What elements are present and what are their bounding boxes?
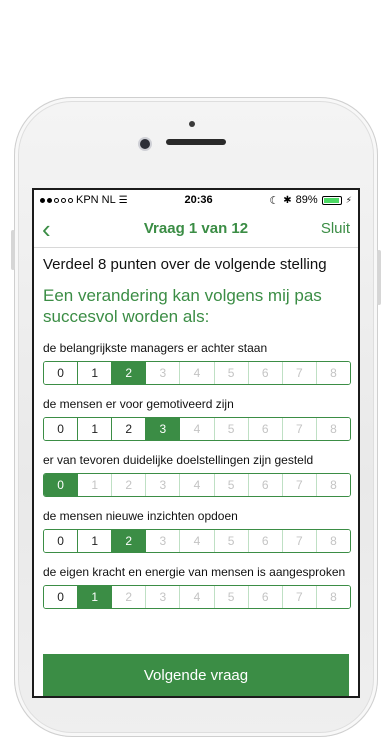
points-option-5: 5 <box>214 586 249 608</box>
status-right: ☾ ✱ 89% ⚡ <box>269 194 352 207</box>
points-option-6: 6 <box>248 362 283 384</box>
points-option-6: 6 <box>248 474 283 496</box>
points-option-0[interactable]: 0 <box>44 530 79 552</box>
points-option-0[interactable]: 0 <box>44 586 79 608</box>
points-option-5: 5 <box>214 474 249 496</box>
question-item: de mensen er voor gemotiveerd zijn 0 1 2 3 4 5… <box>43 397 351 441</box>
points-option-8: 8 <box>316 586 350 608</box>
instruction-text: Verdeel 8 punten over de volgende stelli… <box>43 256 327 273</box>
points-selector: 012345678 <box>43 473 351 497</box>
points-option-4: 4 <box>180 530 215 552</box>
points-option-7: 7 <box>282 586 317 608</box>
back-chevron-icon[interactable]: ‹ <box>42 210 72 248</box>
points-option-6: 6 <box>248 586 283 608</box>
points-selector: 012345678 <box>43 361 351 385</box>
points-option-2[interactable]: 2 <box>112 418 147 440</box>
points-option-0[interactable]: 0 <box>44 418 79 440</box>
navigation-bar: ‹ Vraag 1 van 12 Sluit <box>34 210 358 248</box>
statement-text: Een verandering kan volgens mij pas succ… <box>43 286 322 326</box>
status-bar: KPN NL ☰ 20:36 ☾ ✱ 89% ⚡ <box>34 190 358 210</box>
points-option-8: 8 <box>316 362 350 384</box>
question-item: de belangrijkste managers er achter staa… <box>43 341 351 385</box>
points-option-1[interactable]: 1 <box>78 418 113 440</box>
points-option-4: 4 <box>180 418 215 440</box>
signal-icon <box>40 197 73 203</box>
points-option-7: 7 <box>282 530 317 552</box>
app-screen: KPN NL ☰ 20:36 ☾ ✱ 89% ⚡ ‹ Vraag 1 van 1… <box>34 190 358 696</box>
earpiece <box>166 139 226 145</box>
signal-dot <box>40 197 45 203</box>
points-option-1[interactable]: 1 <box>78 530 113 552</box>
signal-dot <box>54 197 59 203</box>
points-option-4: 4 <box>180 362 215 384</box>
points-selector: 012345678 <box>43 417 351 441</box>
points-option-3: 3 <box>146 530 181 552</box>
front-camera <box>140 139 150 149</box>
points-option-0[interactable]: 0 <box>44 474 79 496</box>
points-option-4: 4 <box>180 474 215 496</box>
moon-icon: ☾ <box>269 194 280 207</box>
next-question-button[interactable]: Volgende vraag <box>43 654 349 696</box>
points-option-2[interactable]: 2 <box>112 530 147 552</box>
front-sensor <box>189 121 195 127</box>
points-option-2: 2 <box>112 586 147 608</box>
points-option-3: 3 <box>146 362 181 384</box>
question-label: de mensen er voor gemotiveerd zijn <box>43 397 234 411</box>
wifi-icon: ☰ <box>118 194 128 206</box>
points-option-3[interactable]: 3 <box>146 418 181 440</box>
points-option-8: 8 <box>316 530 350 552</box>
points-option-5: 5 <box>214 418 249 440</box>
points-option-2: 2 <box>112 474 147 496</box>
question-list: de belangrijkste managers er achter staa… <box>43 341 351 609</box>
signal-dot <box>47 197 52 203</box>
question-item: de eigen kracht en energie van mensen is… <box>43 565 351 609</box>
question-label: de belangrijkste managers er achter staa… <box>43 341 268 355</box>
volume-button <box>11 230 15 270</box>
question-item: er van tevoren duidelijke doelstellingen… <box>43 453 351 497</box>
points-option-7: 7 <box>282 362 317 384</box>
points-option-6: 6 <box>248 418 283 440</box>
points-option-1: 1 <box>78 474 113 496</box>
status-left: KPN NL ☰ <box>40 194 128 206</box>
signal-dot <box>68 197 73 203</box>
points-selector: 012345678 <box>43 529 351 553</box>
question-label: de eigen kracht en energie van mensen is… <box>43 565 346 579</box>
points-option-1[interactable]: 1 <box>78 362 113 384</box>
points-option-3: 3 <box>146 474 181 496</box>
question-content: Verdeel 8 punten over de volgende stelli… <box>34 256 358 609</box>
points-option-7: 7 <box>282 418 317 440</box>
points-option-5: 5 <box>214 362 249 384</box>
points-option-2[interactable]: 2 <box>112 362 147 384</box>
points-option-3: 3 <box>146 586 181 608</box>
points-option-8: 8 <box>316 474 350 496</box>
points-option-7: 7 <box>282 474 317 496</box>
question-item: de mensen nieuwe inzichten opdoen 0 1 2 3 4 5 6… <box>43 509 351 553</box>
signal-dot <box>61 197 66 203</box>
close-button[interactable]: Sluit <box>321 220 350 237</box>
points-option-6: 6 <box>248 530 283 552</box>
points-option-5: 5 <box>214 530 249 552</box>
carrier-label: KPN NL <box>76 194 116 206</box>
page-title: Vraag 1 van 12 <box>143 220 249 237</box>
battery-icon <box>321 195 342 205</box>
points-option-4: 4 <box>180 586 215 608</box>
charging-icon: ⚡ <box>345 194 352 205</box>
bluetooth-icon: ✱ <box>283 194 292 206</box>
points-selector: 012345678 <box>43 585 351 609</box>
points-option-1[interactable]: 1 <box>78 586 113 608</box>
question-label: de mensen nieuwe inzichten opdoen <box>43 509 238 523</box>
points-option-0[interactable]: 0 <box>44 362 79 384</box>
power-button <box>377 250 381 305</box>
battery-percent: 89% <box>295 194 318 206</box>
question-label: er van tevoren duidelijke doelstellingen… <box>43 453 314 467</box>
points-option-8: 8 <box>316 418 350 440</box>
status-time: 20:36 <box>184 194 213 206</box>
